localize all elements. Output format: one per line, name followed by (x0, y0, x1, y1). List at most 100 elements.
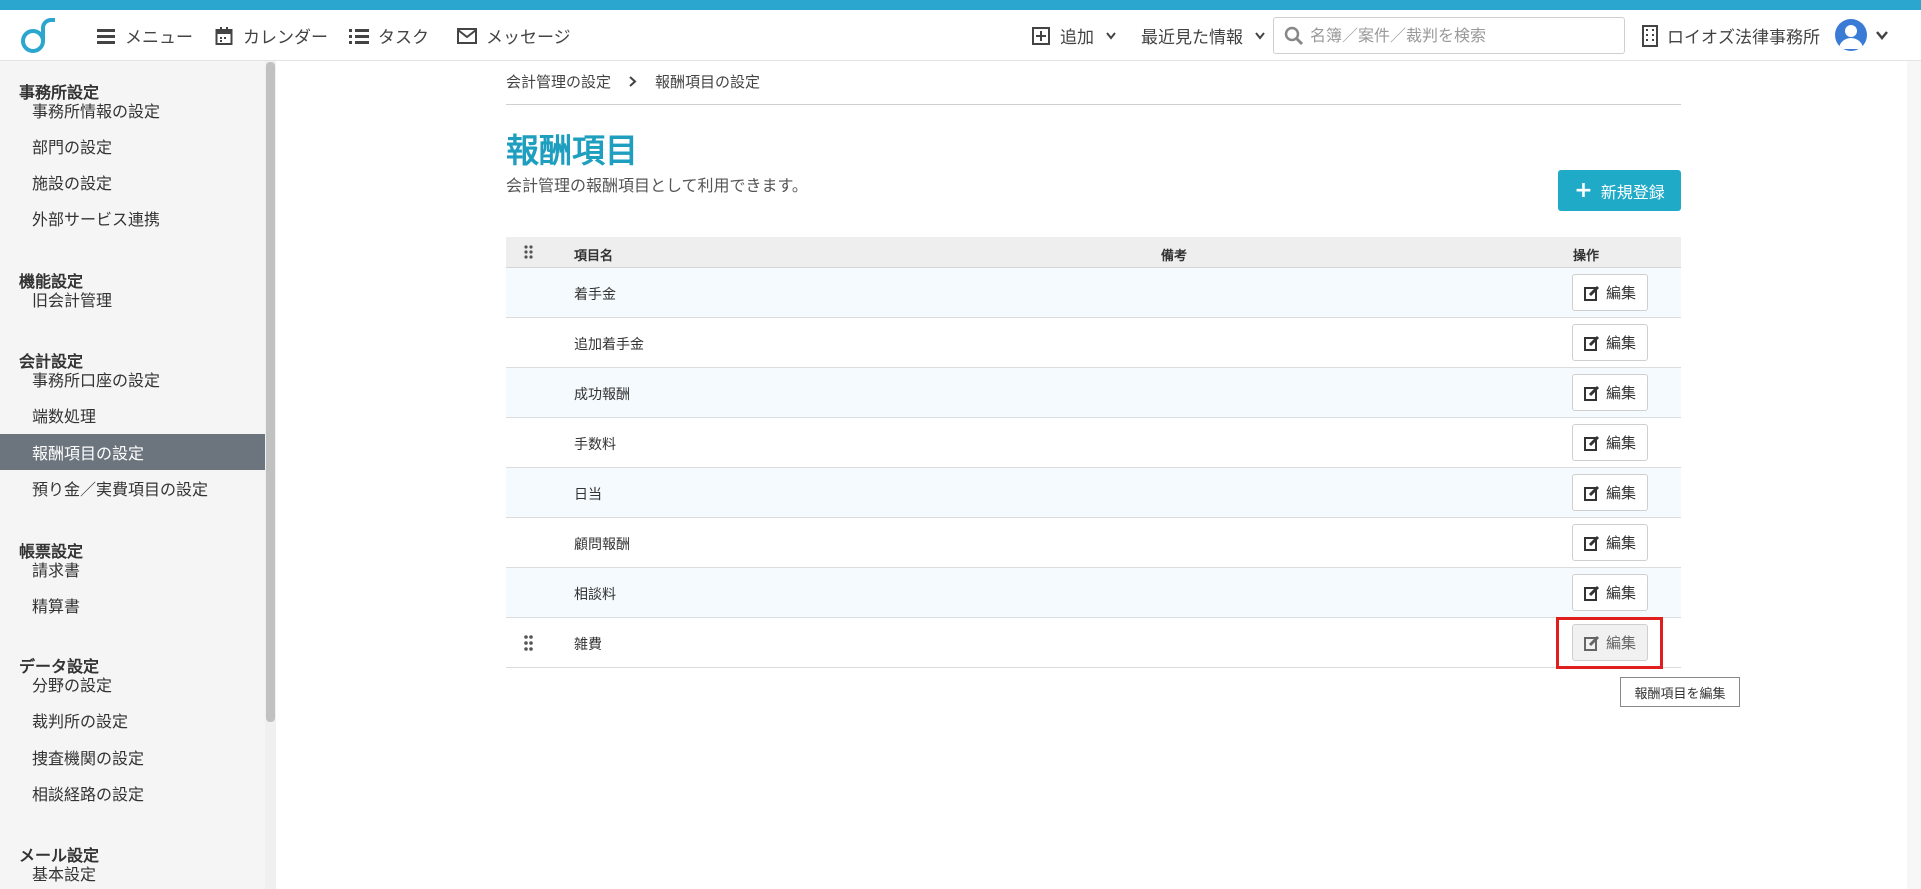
edit-button[interactable]: 編集 (1572, 424, 1648, 461)
table-header: 項目名 備考 操作 (506, 237, 1681, 268)
edit-button[interactable]: 編集 (1572, 274, 1648, 311)
table-row: 相談料 編集 (506, 568, 1681, 618)
column-header-name: 項目名 (574, 249, 614, 264)
search-input[interactable] (1310, 26, 1610, 45)
app-logo-icon[interactable] (18, 14, 60, 56)
breadcrumb-parent-link[interactable]: 会計管理の設定 (506, 71, 611, 92)
drag-handle-icon[interactable] (524, 635, 533, 655)
row-item-name: 雑費 (574, 637, 602, 653)
table-row: 成功報酬 編集 (506, 368, 1681, 418)
user-avatar-icon[interactable] (1835, 19, 1867, 51)
nav-messages-label: メッセージ (486, 28, 571, 48)
sidebar-item-courts[interactable]: 裁判所の設定 (0, 702, 265, 738)
add-label: 追加 (1060, 28, 1094, 48)
nav-tasks[interactable]: タスク (348, 10, 429, 61)
sidebar-item-office-info[interactable]: 事務所情報の設定 (0, 92, 265, 128)
sidebar-item-office-accounts[interactable]: 事務所口座の設定 (0, 361, 265, 397)
envelope-icon (456, 25, 478, 47)
edit-label: 編集 (1605, 434, 1636, 452)
table-row: 着手金 編集 (506, 268, 1681, 318)
edit-icon (1583, 435, 1600, 451)
sidebar-item-invoice[interactable]: 請求書 (0, 551, 265, 587)
edit-icon (1583, 585, 1600, 601)
page-description: 会計管理の報酬項目として利用できます。 (506, 176, 808, 195)
nav-messages[interactable]: メッセージ (456, 10, 571, 61)
plus-icon: + (1574, 177, 1593, 203)
edit-label: 編集 (1605, 284, 1636, 302)
edit-button[interactable]: 編集 (1572, 574, 1648, 611)
fee-items-table: 項目名 備考 操作 着手金 編集 追加着手金 編集 成功報酬 編集 手数料 編集… (506, 237, 1681, 668)
hamburger-icon (95, 25, 117, 47)
row-item-name: 相談料 (574, 587, 616, 603)
sidebar-item-mail-basic[interactable]: 基本設定 (0, 855, 265, 889)
edit-icon (1583, 335, 1600, 351)
nav-tasks-label: タスク (378, 28, 429, 48)
edit-icon (1583, 485, 1600, 501)
breadcrumb: 会計管理の設定 報酬項目の設定 (506, 71, 760, 92)
sidebar-item-investigative-agencies[interactable]: 捜査機関の設定 (0, 739, 265, 775)
table-row: 雑費 編集 (506, 618, 1681, 668)
plus-square-icon (1030, 25, 1052, 47)
row-item-name: 成功報酬 (574, 387, 630, 403)
edit-tooltip: 報酬項目を編集 (1620, 677, 1740, 707)
page-scrollbar[interactable] (1907, 61, 1921, 889)
table-row: 手数料 編集 (506, 418, 1681, 468)
drag-handle-icon (524, 245, 533, 263)
edit-button[interactable]: 編集 (1572, 324, 1648, 361)
calendar-icon (213, 25, 235, 47)
edit-icon (1583, 535, 1600, 551)
top-accent-bar (0, 0, 1921, 10)
breadcrumb-current: 報酬項目の設定 (655, 73, 761, 91)
list-icon (348, 25, 370, 47)
nav-menu-label: メニュー (125, 28, 193, 48)
row-item-name: 追加着手金 (574, 337, 644, 353)
table-row: 追加着手金 編集 (506, 318, 1681, 368)
chevron-down-icon (1106, 31, 1116, 40)
edit-label: 編集 (1605, 334, 1636, 352)
nav-calendar[interactable]: カレンダー (213, 10, 328, 61)
focus-highlight-box (1556, 617, 1663, 669)
edit-label: 編集 (1605, 534, 1636, 552)
sidebar-item-fee-items[interactable]: 報酬項目の設定 (0, 434, 265, 470)
new-registration-label: 新規登録 (1600, 182, 1665, 202)
nav-menu[interactable]: メニュー (95, 10, 193, 61)
edit-label: 編集 (1605, 484, 1636, 502)
search-icon (1284, 26, 1304, 46)
table-row: 日当 編集 (506, 468, 1681, 518)
sidebar-scrollbar-thumb[interactable] (266, 62, 275, 722)
chevron-right-icon (629, 73, 637, 91)
office-switcher[interactable]: ロイオズ法律事務所 (1639, 10, 1820, 61)
page-title: 報酬項目 (506, 131, 638, 170)
edit-button[interactable]: 編集 (1572, 524, 1648, 561)
avatar-chevron-down-icon[interactable] (1876, 31, 1888, 40)
column-header-note: 備考 (1161, 249, 1188, 264)
edit-button[interactable]: 編集 (1572, 374, 1648, 411)
table-row: 顧問報酬 編集 (506, 518, 1681, 568)
breadcrumb-divider (506, 104, 1681, 105)
sidebar-item-departments[interactable]: 部門の設定 (0, 128, 265, 164)
nav-calendar-label: カレンダー (243, 28, 328, 48)
sidebar-item-consultation-routes[interactable]: 相談経路の設定 (0, 775, 265, 811)
column-header-action: 操作 (1573, 249, 1600, 264)
sidebar-item-settlement[interactable]: 精算書 (0, 587, 265, 623)
sidebar-item-deposit-items[interactable]: 預り金／実費項目の設定 (0, 470, 265, 506)
row-item-name: 手数料 (574, 437, 616, 453)
settings-sidebar: 事務所設定 事務所情報の設定 部門の設定 施設の設定 外部サービス連携 機能設定… (0, 61, 265, 889)
edit-icon (1583, 385, 1600, 401)
sidebar-item-fields[interactable]: 分野の設定 (0, 666, 265, 702)
search-box[interactable] (1273, 17, 1625, 54)
sidebar-item-external-services[interactable]: 外部サービス連携 (0, 200, 265, 236)
sidebar-item-legacy-accounting[interactable]: 旧会計管理 (0, 281, 265, 317)
new-registration-button[interactable]: + 新規登録 (1558, 170, 1681, 211)
office-name: ロイオズ法律事務所 (1667, 28, 1820, 48)
edit-label: 編集 (1605, 584, 1636, 602)
add-dropdown[interactable]: 追加 (1030, 10, 1116, 61)
building-icon (1639, 24, 1661, 47)
sidebar-item-rounding[interactable]: 端数処理 (0, 397, 265, 433)
recent-dropdown[interactable]: 最近見た情報 (1141, 10, 1265, 61)
row-item-name: 日当 (574, 487, 602, 503)
edit-icon (1583, 285, 1600, 301)
edit-button[interactable]: 編集 (1572, 474, 1648, 511)
sidebar-item-facilities[interactable]: 施設の設定 (0, 164, 265, 200)
recent-label: 最近見た情報 (1141, 28, 1243, 48)
